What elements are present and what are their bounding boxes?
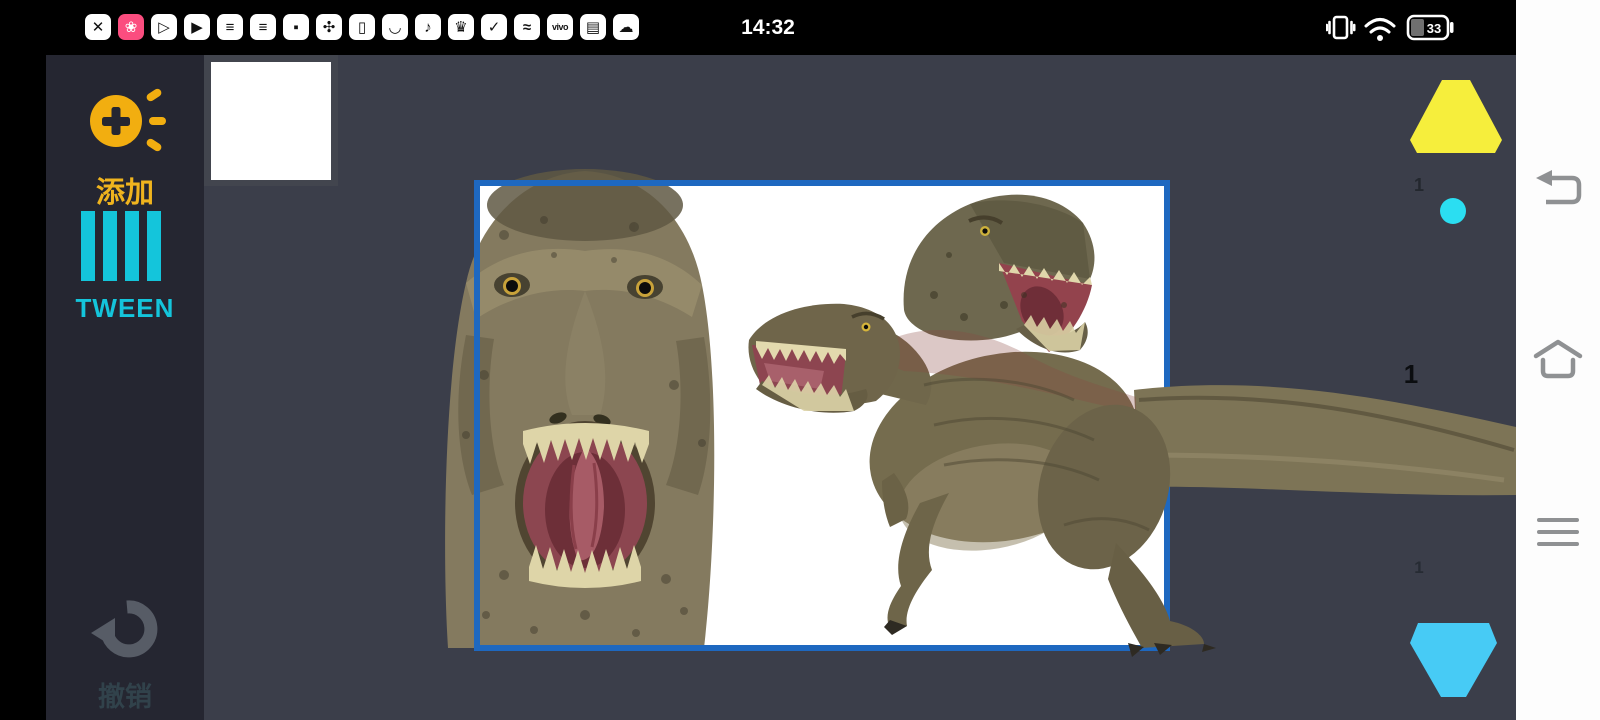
frame-thumbnail-preview	[211, 62, 331, 180]
track1-frame-count: 1	[1403, 175, 1435, 196]
status-bar: ✕ ❀ ▷ ▶ ≡ ≡ ▪ ✣ ▯ ◡ ♪ ♛ ✓ ≈ vivo ▤ ☁ 14:…	[0, 0, 1516, 55]
battery-icon: 33	[1408, 16, 1454, 39]
nav-menu-button[interactable]	[1530, 504, 1586, 560]
timeline-shape-yellow-hexagon[interactable]	[1410, 80, 1502, 153]
screen-bezel	[0, 55, 46, 720]
undo-button-label: 撤销	[98, 675, 152, 714]
android-nav-bar	[1516, 0, 1600, 720]
current-frame-number: 1	[1395, 359, 1427, 390]
home-icon	[1532, 336, 1584, 380]
tween-button[interactable]: TWEEN	[46, 211, 204, 324]
track2-frame-count: 1	[1403, 558, 1435, 578]
wifi-icon	[1366, 20, 1394, 42]
menu-icon	[1535, 515, 1581, 549]
stage-area[interactable]: 1 1 1	[204, 55, 1516, 720]
nav-home-button[interactable]	[1530, 330, 1586, 386]
frame-thumbnail[interactable]	[204, 55, 338, 186]
battery-percent: 33	[1427, 21, 1441, 36]
add-button-label: 添加	[96, 169, 154, 211]
tween-button-label: TWEEN	[76, 293, 175, 324]
clock: 14:32	[0, 0, 1536, 55]
tool-sidebar: 添加 TWEEN 撤销	[46, 55, 204, 720]
app-screen: ✕ ❀ ▷ ▶ ≡ ≡ ▪ ✣ ▯ ◡ ♪ ♛ ✓ ≈ vivo ▤ ☁ 14:…	[0, 0, 1600, 720]
system-status-icons: 33	[1326, 10, 1456, 46]
nav-back-button[interactable]	[1530, 162, 1586, 218]
trex-front-head-image[interactable]	[445, 169, 714, 648]
add-button[interactable]: 添加	[46, 77, 204, 211]
timeline-shape-cyan-diamond[interactable]	[1410, 623, 1497, 697]
add-plus-icon	[80, 77, 170, 159]
vibrate-icon	[1327, 17, 1354, 38]
timeline-keyframe-dot[interactable]	[1437, 195, 1469, 227]
tween-bars-icon	[81, 211, 169, 281]
back-icon	[1532, 170, 1584, 210]
undo-button[interactable]: 撤销	[46, 593, 204, 714]
undo-icon	[89, 593, 161, 667]
canvas-artwork[interactable]	[204, 55, 1516, 720]
